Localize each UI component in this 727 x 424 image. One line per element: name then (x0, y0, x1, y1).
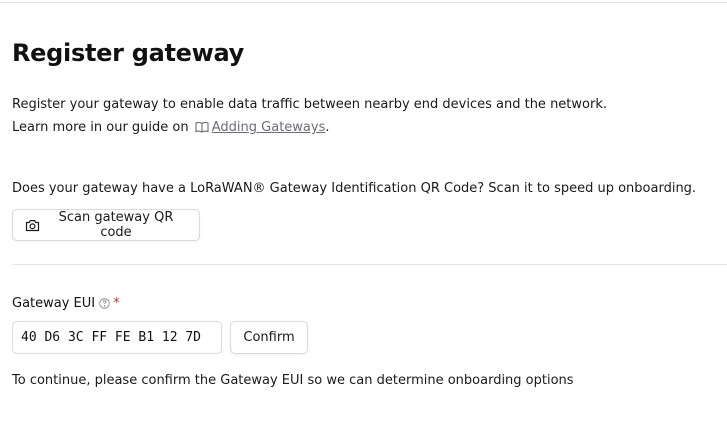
intro-text: Register your gateway to enable data tra… (12, 93, 607, 141)
camera-icon (25, 219, 40, 232)
adding-gateways-link[interactable]: Adding Gateways (212, 120, 326, 135)
eui-hint: To continue, please confirm the Gateway … (12, 373, 574, 388)
guide-line: Learn more in our guide on Adding Gatewa… (12, 116, 607, 141)
intro-line: Register your gateway to enable data tra… (12, 97, 607, 112)
book-open-icon (195, 118, 209, 141)
gateway-eui-label-text: Gateway EUI (12, 296, 96, 311)
guide-prefix: Learn more in our guide on (12, 120, 189, 135)
top-divider (0, 2, 727, 3)
confirm-button[interactable]: Confirm (230, 321, 308, 354)
page-title: Register gateway (12, 39, 244, 67)
qr-question: Does your gateway have a LoRaWAN® Gatewa… (12, 181, 697, 196)
section-divider (12, 264, 727, 265)
guide-suffix: . (325, 120, 330, 135)
gateway-eui-input[interactable] (12, 321, 222, 354)
gateway-eui-label: Gateway EUI * (12, 296, 120, 311)
help-circle-icon[interactable] (99, 298, 110, 309)
scan-qr-button-label: Scan gateway QR code (58, 210, 174, 240)
required-asterisk: * (113, 296, 120, 311)
scan-qr-button[interactable]: Scan gateway QR code (12, 209, 200, 241)
